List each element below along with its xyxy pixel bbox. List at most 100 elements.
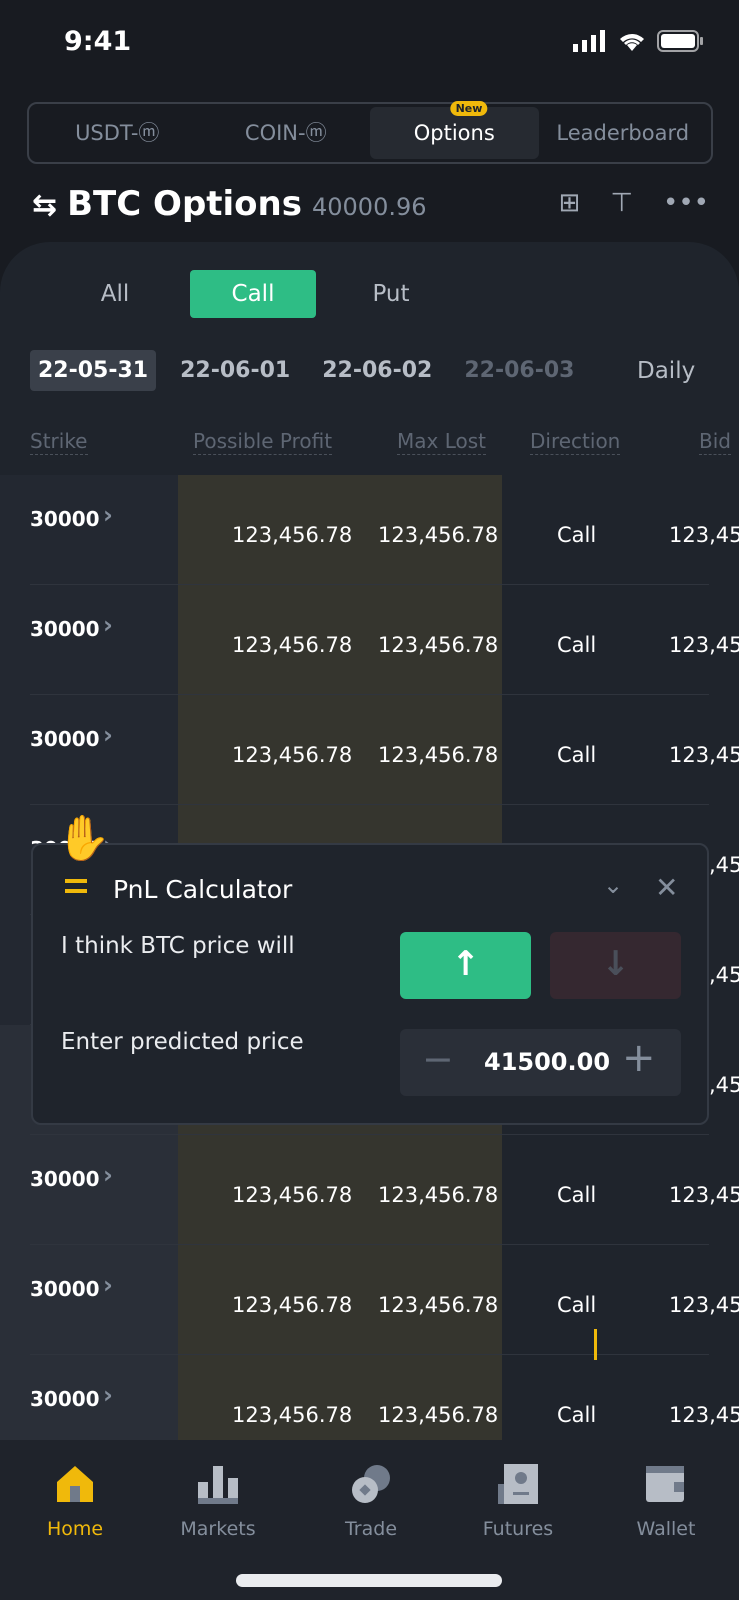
text-cursor: [594, 1329, 597, 1360]
col-strike[interactable]: Strike: [30, 428, 88, 455]
max-lost-cell: 123,456.78: [378, 743, 499, 767]
arrow-up-icon: ↑: [451, 944, 480, 984]
home-icon: [57, 1466, 93, 1502]
possible-profit-cell: 123,456.78: [232, 1403, 353, 1427]
tab-label: Leaderboard: [556, 121, 690, 145]
direction-label: I think BTC price will: [61, 933, 295, 959]
status-time: 9:41: [64, 26, 132, 57]
date-tab[interactable]: 22-06-03: [456, 350, 582, 391]
fade-mask: [590, 345, 635, 395]
plus-icon[interactable]: +: [622, 1035, 656, 1081]
bid-cell: ,45: [709, 1073, 739, 1097]
chevron-right-icon: ›: [103, 1271, 113, 1299]
nav-label: Trade: [344, 1518, 398, 1540]
table-row[interactable]: 30000 123,456.78 123,456.78 Call 123,45 ›: [0, 1135, 739, 1245]
tab-coin-m[interactable]: COIN-ⓜ: [202, 107, 371, 159]
table-row[interactable]: 30000 123,456.78 123,456.78 Call 123,45 ›: [0, 585, 739, 695]
filter-put[interactable]: Put: [328, 270, 454, 318]
col-max-lost[interactable]: Max Lost: [397, 428, 486, 455]
bid-cell: 123,45: [669, 633, 739, 657]
chevron-right-icon: ›: [103, 1381, 113, 1409]
nav-label: Home: [46, 1518, 104, 1540]
nav-futures[interactable]: Futures: [458, 1460, 578, 1540]
date-tab[interactable]: 22-06-01: [172, 350, 298, 391]
max-lost-cell: 123,456.78: [378, 633, 499, 657]
index-price: 40000.96: [312, 193, 427, 221]
possible-profit-cell: 123,456.78: [232, 1183, 353, 1207]
direction-cell: Call: [557, 633, 597, 657]
date-tab[interactable]: 22-05-31: [30, 350, 157, 391]
tab-usdt-m[interactable]: USDT-ⓜ: [33, 107, 202, 159]
price-up-button[interactable]: ↑: [400, 932, 531, 999]
tab-label: USDT-ⓜ: [75, 121, 160, 145]
drag-handle-icon[interactable]: [65, 879, 87, 893]
wallet-icon: [646, 1466, 684, 1502]
chevron-right-icon: ›: [103, 1161, 113, 1189]
max-lost-cell: 123,456.78: [378, 1403, 499, 1427]
calculator-icon[interactable]: ⊞: [559, 188, 581, 218]
chevron-right-icon: ›: [103, 501, 113, 529]
tab-label: Options: [413, 121, 495, 145]
possible-profit-cell: 123,456.78: [232, 523, 353, 547]
header-actions: ⊞ ⊤ •••: [559, 188, 709, 218]
battery-icon: [657, 30, 703, 52]
nav-home[interactable]: Home: [15, 1460, 135, 1540]
strike-cell: 30000: [30, 727, 100, 751]
tab-options[interactable]: New Options: [370, 101, 539, 159]
table-row[interactable]: 30000 123,456.78 123,456.78 Call 123,45 ›: [0, 475, 739, 585]
price-label: Enter predicted price: [61, 1029, 304, 1055]
nav-trade[interactable]: Trade: [311, 1460, 431, 1540]
bid-cell: 123,45: [669, 1293, 739, 1317]
price-down-button[interactable]: ↓: [550, 932, 681, 999]
col-bid[interactable]: Bid: [699, 428, 731, 455]
markets-icon: [198, 1466, 238, 1504]
table-row[interactable]: 30000 123,456.78 123,456.78 Call 123,45 ›: [0, 1245, 739, 1355]
direction-cell: Call: [557, 1403, 597, 1427]
chevron-right-icon: ›: [103, 721, 113, 749]
market-tabs: USDT-ⓜ COIN-ⓜ New Options Leaderboard: [27, 101, 713, 164]
more-icon[interactable]: •••: [663, 188, 709, 218]
filter-all[interactable]: All: [52, 270, 178, 318]
date-tab[interactable]: 22-06-02: [314, 350, 440, 391]
strike-cell: 30000: [30, 507, 100, 531]
table-row[interactable]: 30000 123,456.78 123,456.78 Call 123,45 ›: [0, 695, 739, 805]
possible-profit-cell: 123,456.78: [232, 1293, 353, 1317]
collapse-chevron-icon[interactable]: ⌄: [603, 871, 623, 899]
minus-icon[interactable]: −: [422, 1037, 454, 1081]
swap-icon[interactable]: ⇆: [32, 188, 57, 223]
predicted-price-stepper: − 41500.00 +: [400, 1029, 681, 1096]
nav-markets[interactable]: Markets: [158, 1460, 278, 1540]
col-direction[interactable]: Direction: [530, 428, 621, 455]
daily-button[interactable]: Daily: [637, 358, 695, 384]
nav-label: Wallet: [636, 1518, 696, 1540]
wifi-icon: [620, 34, 644, 51]
bid-cell: 123,45: [669, 523, 739, 547]
bid-cell: ,45: [709, 963, 739, 987]
status-icons: [573, 30, 703, 52]
tab-leaderboard[interactable]: Leaderboard: [539, 107, 708, 159]
close-icon[interactable]: ✕: [655, 871, 678, 904]
home-indicator: [236, 1574, 502, 1587]
page-title: ⇆ BTC Options 40000.96: [32, 184, 427, 224]
nav-wallet[interactable]: Wallet: [606, 1460, 726, 1540]
bid-cell: 123,45: [669, 1183, 739, 1207]
filter-call[interactable]: Call: [190, 270, 316, 318]
bid-cell: ,45: [709, 853, 739, 877]
signpost-icon[interactable]: ⊤: [610, 188, 633, 218]
hand-cursor-icon: ✋: [56, 813, 111, 864]
calculator-title: PnL Calculator: [113, 875, 293, 904]
direction-cell: Call: [557, 523, 597, 547]
max-lost-cell: 123,456.78: [378, 1183, 499, 1207]
bottom-nav: Home Markets Trade Futures Wallet: [0, 1440, 739, 1600]
direction-cell: Call: [557, 1293, 597, 1317]
new-badge: New: [450, 101, 488, 116]
arrow-down-icon: ↓: [601, 944, 630, 984]
col-possible-profit[interactable]: Possible Profit: [193, 428, 333, 455]
title-text: BTC Options: [67, 184, 302, 224]
predicted-price-input[interactable]: 41500.00: [484, 1048, 610, 1076]
direction-cell: Call: [557, 1183, 597, 1207]
type-filter: All Call Put: [52, 270, 454, 318]
tab-label: COIN-ⓜ: [244, 121, 327, 145]
signal-icon: [573, 30, 605, 52]
max-lost-cell: 123,456.78: [378, 1293, 499, 1317]
